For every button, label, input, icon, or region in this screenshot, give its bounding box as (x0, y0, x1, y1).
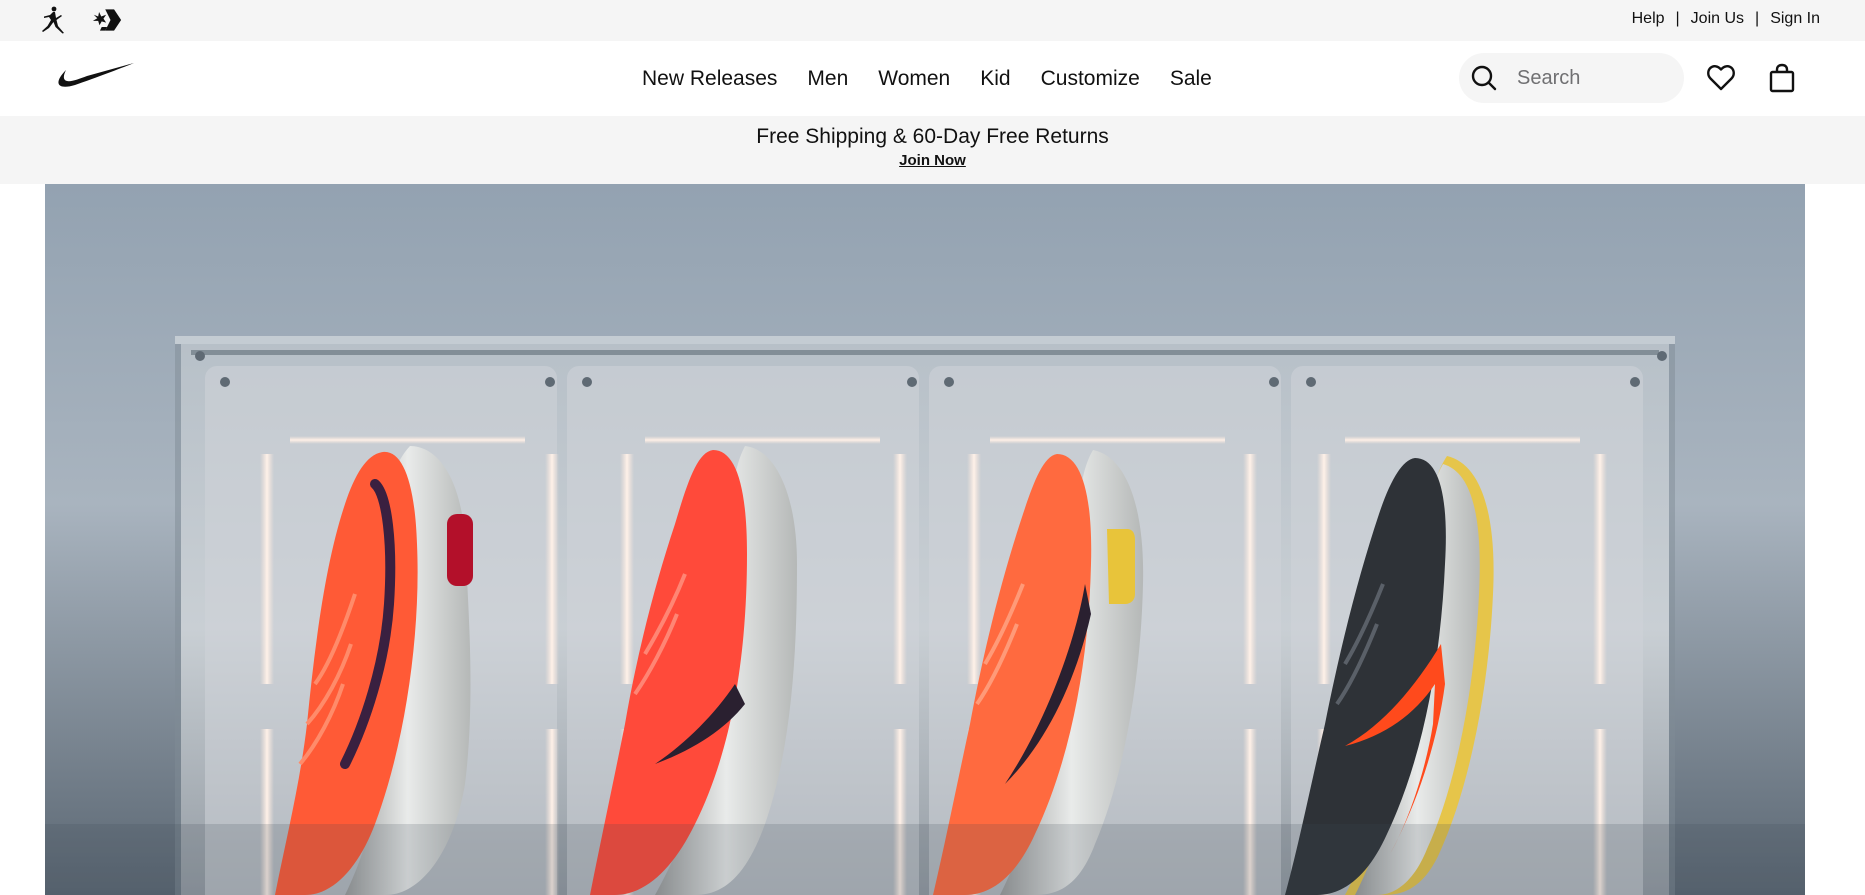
join-us-link[interactable]: Join Us (1691, 10, 1744, 28)
converse-logo-icon[interactable] (92, 5, 122, 35)
nike-swoosh-icon[interactable] (57, 59, 135, 95)
heart-icon[interactable] (1700, 57, 1742, 99)
sign-in-link[interactable]: Sign In (1770, 10, 1820, 28)
join-now-link[interactable]: Join Now (899, 152, 966, 169)
main-nav: New Releases Men Women Kid Customize Sal… (642, 41, 1212, 116)
nav-new-releases[interactable]: New Releases (642, 67, 777, 91)
hero-image[interactable] (45, 184, 1805, 895)
promo-title: Free Shipping & 60-Day Free Returns (756, 125, 1109, 148)
shopping-bag-icon[interactable] (1761, 57, 1803, 99)
jordan-logo-icon[interactable] (38, 5, 68, 35)
utility-links: Help | Join Us | Sign In (1632, 0, 1820, 38)
search-icon[interactable] (1459, 53, 1509, 103)
brand-links (38, 2, 146, 38)
nav-women[interactable]: Women (878, 67, 950, 91)
search-input[interactable] (1517, 66, 1677, 90)
nav-sale[interactable]: Sale (1170, 67, 1212, 91)
search-box (1459, 53, 1684, 103)
nav-kid[interactable]: Kid (980, 67, 1010, 91)
utility-bar: Help | Join Us | Sign In (0, 0, 1865, 41)
separator: | (1675, 10, 1680, 27)
nav-customize[interactable]: Customize (1041, 67, 1140, 91)
help-link[interactable]: Help (1632, 10, 1665, 28)
main-header: New Releases Men Women Kid Customize Sal… (0, 41, 1865, 116)
promo-banner: Free Shipping & 60-Day Free Returns Join… (0, 116, 1865, 184)
separator: | (1755, 10, 1760, 27)
nav-men[interactable]: Men (807, 67, 848, 91)
